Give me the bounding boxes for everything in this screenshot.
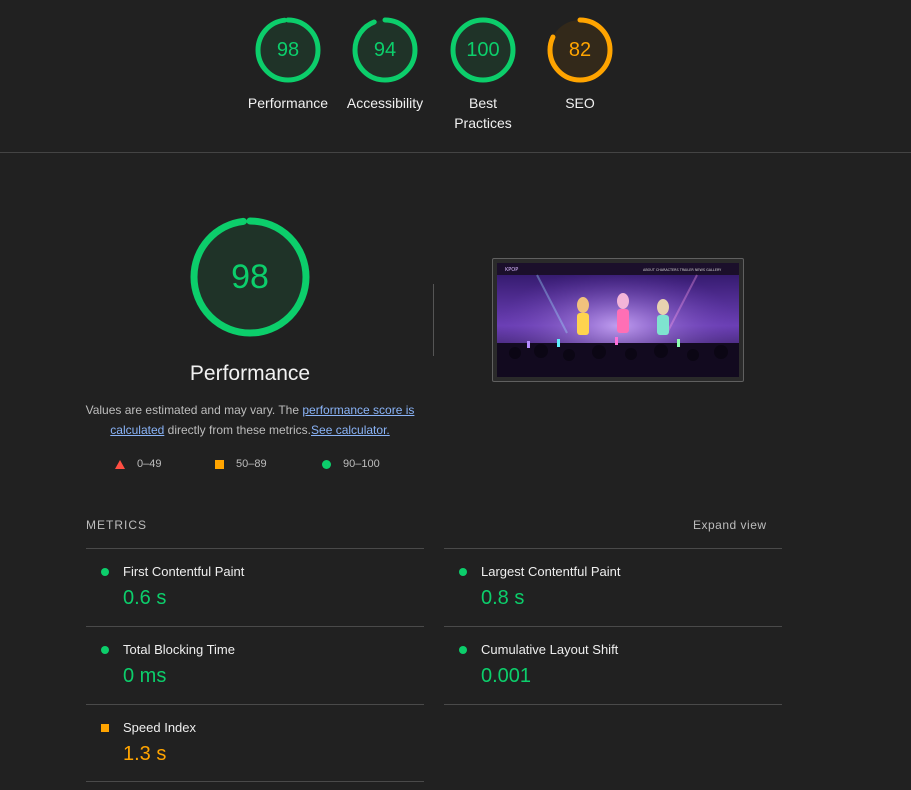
metric-name: First Contentful Paint [123, 564, 245, 579]
metrics-divider [444, 704, 782, 705]
gauge-seo[interactable]: 82 SEO [530, 17, 630, 113]
metrics-heading: METRICS [86, 518, 147, 532]
vertical-divider [433, 284, 434, 356]
legend-average: 50–89 [215, 458, 267, 470]
pass-circle-icon [101, 568, 109, 576]
metric-cumulative-layout-shift: Cumulative Layout Shift 0.001 [444, 627, 782, 703]
metric-name: Speed Index [123, 720, 197, 735]
seo-score: 82 [568, 39, 592, 61]
accessibility-score-ring: 94 [352, 17, 418, 83]
see-calculator-link[interactable]: See calculator. [311, 423, 390, 437]
metric-value: 1.3 s [123, 743, 167, 765]
metric-speed-index: Speed Index 1.3 s [86, 705, 424, 781]
best-practices-score: 100 [466, 39, 500, 61]
average-square-icon [101, 724, 109, 732]
metrics-divider [86, 781, 424, 782]
expand-view-button[interactable]: Expand view [693, 518, 767, 532]
seo-score-ring: 82 [547, 17, 613, 83]
screenshot-nav: ABOUT CHARACTERS TRAILER NEWS GALLERY [643, 268, 722, 272]
accessibility-label: Accessibility [346, 95, 424, 111]
legend-average-range: 50–89 [236, 458, 267, 470]
metric-name: Cumulative Layout Shift [481, 642, 619, 657]
best-practices-label: Best Practices [454, 95, 512, 131]
performance-score: 98 [276, 39, 300, 61]
screenshot-image: KPOP ABOUT CHARACTERS TRAILER NEWS GALLE… [497, 263, 739, 377]
fail-triangle-icon [115, 459, 125, 469]
average-square-icon [215, 459, 224, 469]
pass-circle-icon [459, 646, 467, 654]
best-practices-score-ring: 100 [450, 17, 516, 83]
description-text-middle: directly from these metrics. [164, 423, 312, 437]
legend-fail: 0–49 [115, 458, 161, 470]
pass-circle-icon [322, 459, 331, 469]
metric-first-contentful-paint: First Contentful Paint 0.6 s [86, 549, 424, 625]
performance-label: Performance [247, 95, 329, 111]
category-summary-bar: 98 Performance 94 Accessibility 100 Best… [0, 0, 911, 153]
description-text: Values are estimated and may vary. The [85, 403, 303, 417]
accessibility-score: 94 [373, 39, 397, 61]
metric-value: 0.001 [481, 665, 532, 687]
metric-value: 0.6 s [123, 587, 167, 609]
performance-score-ring: 98 [255, 17, 321, 83]
performance-main-gauge: 98 [189, 216, 311, 338]
gauge-accessibility[interactable]: 94 Accessibility [335, 17, 435, 113]
seo-label: SEO [565, 95, 595, 111]
metric-value: 0 ms [123, 665, 167, 687]
legend-fail-range: 0–49 [137, 458, 162, 470]
metric-name: Total Blocking Time [123, 642, 235, 657]
metric-name: Largest Contentful Paint [481, 564, 621, 579]
metric-total-blocking-time: Total Blocking Time 0 ms [86, 627, 424, 703]
metric-value: 0.8 s [481, 587, 525, 609]
performance-description: Values are estimated and may vary. The p… [80, 400, 420, 440]
performance-main-score: 98 [231, 258, 269, 296]
performance-heading: Performance [189, 362, 311, 385]
gauge-best-practices[interactable]: 100 Best Practices [433, 17, 533, 133]
gauge-performance[interactable]: 98 Performance [238, 17, 338, 113]
final-screenshot-thumbnail[interactable]: KPOP ABOUT CHARACTERS TRAILER NEWS GALLE… [492, 258, 744, 382]
legend-pass: 90–100 [322, 458, 380, 470]
metric-largest-contentful-paint: Largest Contentful Paint 0.8 s [444, 549, 782, 625]
legend-pass-range: 90–100 [343, 458, 380, 470]
screenshot-brand: KPOP [505, 267, 518, 273]
pass-circle-icon [459, 568, 467, 576]
pass-circle-icon [101, 646, 109, 654]
